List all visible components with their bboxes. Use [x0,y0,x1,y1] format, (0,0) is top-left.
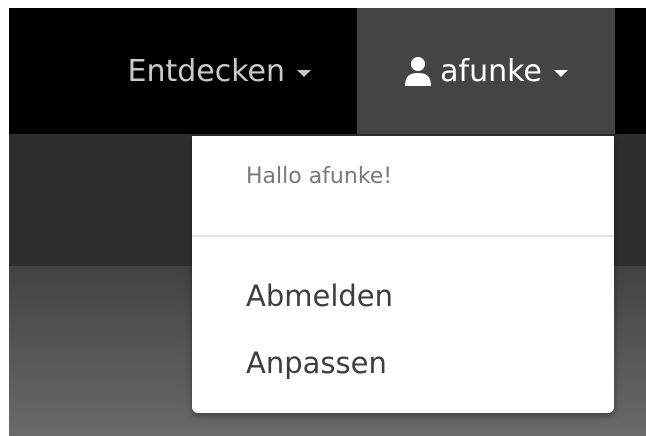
app-frame: Entdecken afunke Hallo afunke! Abmelden … [9,8,646,436]
user-icon [404,56,432,86]
caret-down-icon [553,69,568,77]
user-menu-label: afunke [440,53,542,89]
dropdown-divider [192,235,614,237]
explore-menu-toggle[interactable]: Entdecken [9,8,357,134]
explore-label: Entdecken [127,53,286,89]
user-dropdown-menu: Hallo afunke! Abmelden Anpassen [192,136,614,413]
caret-down-icon [297,69,311,77]
user-menu-toggle[interactable]: afunke [357,8,615,134]
logout-menu-item[interactable]: Abmelden [246,279,393,313]
dropdown-greeting: Hallo afunke! [246,164,393,189]
customize-menu-item[interactable]: Anpassen [246,346,387,380]
navbar: Entdecken afunke [9,8,646,134]
